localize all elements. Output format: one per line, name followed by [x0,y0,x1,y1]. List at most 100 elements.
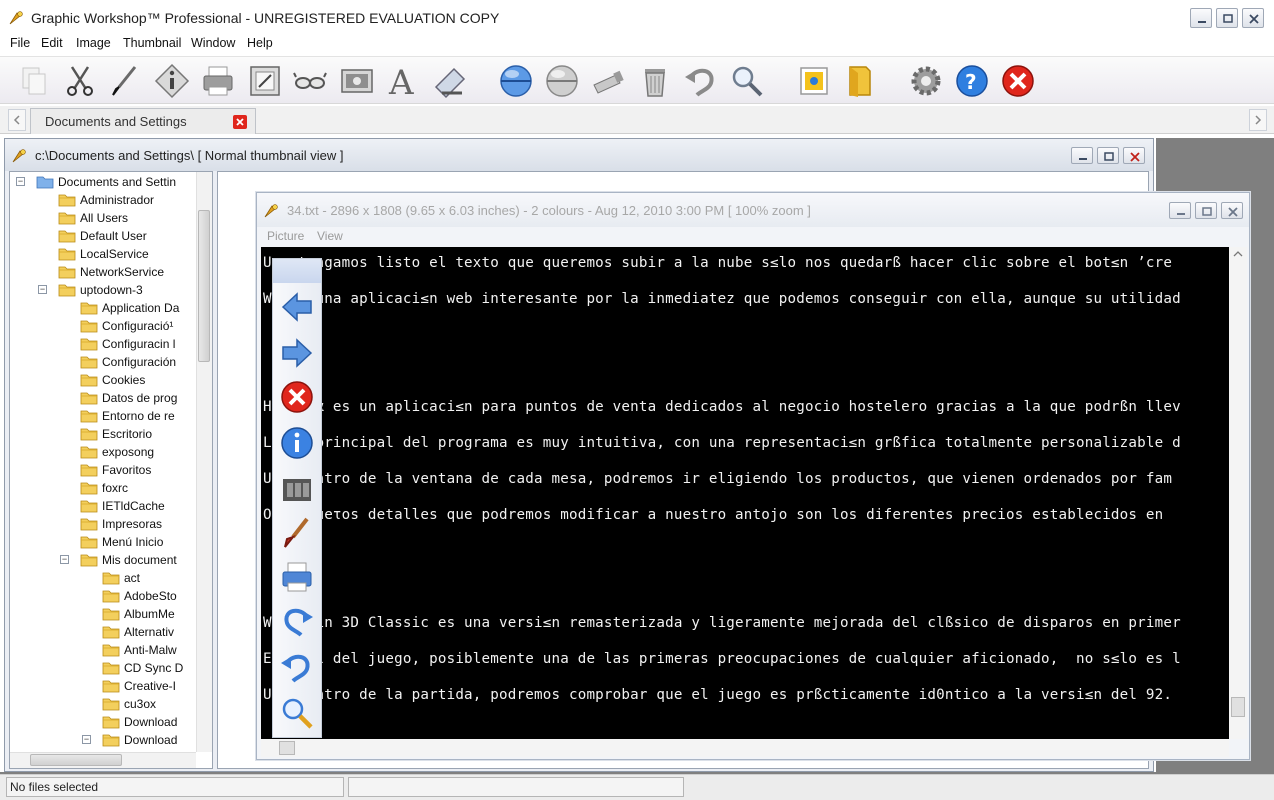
folder-icon [80,518,98,531]
menu-window[interactable]: Window [191,36,235,50]
viewer-menu-view[interactable]: View [317,229,343,243]
tree-item-label: Mis document [102,553,177,567]
folder-tree[interactable]: − Documents and Settin Administrador All Us… [9,171,213,769]
viewer-restore-button[interactable] [1195,202,1217,219]
text-line: Ur dentro de la ventana de cada mesa, po… [263,471,1173,487]
print-icon[interactable] [200,63,236,99]
forward-arrow-icon[interactable] [279,335,315,371]
tree-expander-icon[interactable]: − [16,177,25,186]
exit-icon[interactable] [1000,63,1036,99]
browser-title: c:\Documents and Settings\ [ Normal thum… [35,148,344,163]
menu-edit[interactable]: Edit [41,36,63,50]
info-icon[interactable] [154,63,190,99]
brush-icon[interactable] [279,515,315,551]
viewer-window: 34.txt - 2896 x 1808 (9.65 x 6.03 inches… [256,192,1250,760]
brush-icon[interactable] [107,63,143,99]
folder-icon [80,356,98,369]
trash-icon[interactable] [637,63,673,99]
menu-thumbnail[interactable]: Thumbnail [123,36,181,50]
tube-icon[interactable] [590,63,626,99]
minimize-button[interactable] [1190,8,1212,28]
folder-icon[interactable] [842,63,878,99]
tab-documents-and-settings[interactable]: Documents and Settings [30,108,256,134]
menu-file[interactable]: File [10,36,30,50]
folder-icon [80,428,98,441]
restore-button[interactable] [1216,8,1238,28]
info-icon[interactable] [279,425,315,461]
tree-vertical-scroll-thumb[interactable] [198,210,210,362]
viewer-close-button[interactable] [1221,202,1243,219]
image-canvas[interactable]: Una tengamos listo el texto que queremos… [261,247,1229,739]
copy-icon[interactable] [16,63,52,99]
tool-palette [272,258,322,738]
folder-icon [80,482,98,495]
crop-icon[interactable] [247,63,283,99]
back-arrow-icon[interactable] [279,289,315,325]
cut-icon[interactable] [62,63,98,99]
viewer-horizontal-scroll-thumb[interactable] [279,741,295,755]
tree-horizontal-scroll-thumb[interactable] [30,754,122,766]
status-text: No files selected [10,780,99,794]
tree-item-label: cu3ox [124,697,157,711]
status-cell-primary: No files selected [6,777,344,797]
folder-icon [58,212,76,225]
undo-icon[interactable] [279,649,315,685]
zoom-icon[interactable] [279,695,315,731]
viewer-vertical-scroll-thumb[interactable] [1231,697,1245,717]
browser-minimize-button[interactable] [1071,147,1093,164]
glasses-icon[interactable] [292,63,328,99]
sphere-gray-icon[interactable] [544,63,580,99]
tree-item-label: act [124,571,141,585]
tree-expander-icon[interactable]: − [82,735,91,744]
settings-icon[interactable] [908,63,944,99]
minimize-icon [1198,21,1206,23]
tool-palette-caption[interactable] [273,259,321,283]
browser-restore-button[interactable] [1097,147,1119,164]
minimize-icon [1079,158,1087,160]
picture-frame-icon[interactable] [796,63,832,99]
text-line: El rol del juego, posiblemente una de la… [263,651,1181,667]
zoom-icon[interactable] [729,63,765,99]
text-line: Ot equeτos detalles que podremos modific… [263,507,1164,523]
status-cell-secondary [348,777,684,797]
tree-expander-icon[interactable]: − [38,285,47,294]
text-icon[interactable]: A [385,63,421,99]
folder-icon [80,410,98,423]
folder-icon [102,698,120,711]
viewer-minimize-button[interactable] [1169,202,1191,219]
scanner-icon[interactable] [432,63,468,99]
print-icon[interactable] [279,559,315,595]
sphere-blue-icon[interactable] [498,63,534,99]
image-icon[interactable] [339,63,375,99]
browser-close-button[interactable] [1123,147,1145,164]
tree-item-label: Administrador [80,193,155,207]
close-red-icon[interactable] [279,379,315,415]
tab-close-icon[interactable] [233,115,247,129]
viewer-vertical-scrollbar[interactable] [1229,247,1247,739]
redo-icon[interactable] [279,603,315,639]
tree-item-label: Escritorio [102,427,153,441]
undo-icon[interactable] [683,63,719,99]
viewer-horizontal-scrollbar[interactable] [261,739,1229,757]
tree-item-label: Download [124,715,178,729]
app-logo-icon [12,149,26,163]
menu-image[interactable]: Image [76,36,111,50]
tree-item-label: AdobeSto [124,589,177,603]
tab-scroll-left-button[interactable] [8,109,26,131]
tree-item-label: uptodown-3 [80,283,143,297]
svg-text:A: A [388,63,414,99]
folder-icon [102,680,120,693]
help-icon[interactable]: ? [954,63,990,99]
film-icon[interactable] [279,471,315,507]
tree-item-label: Configuracin l [102,337,176,351]
tab-scroll-right-button[interactable] [1249,109,1267,131]
tree-item-label: Configuració¹ [102,319,174,333]
viewer-menu-picture[interactable]: Picture [267,229,304,243]
tree-item-label: Entorno de re [102,409,175,423]
browser-titlebar: c:\Documents and Settings\ [ Normal thum… [5,139,1153,171]
menu-help[interactable]: Help [247,36,273,50]
tree-expander-icon[interactable]: − [60,555,69,564]
close-button[interactable] [1242,8,1264,28]
tree-item-label: Anti-Malw [124,643,177,657]
app-logo-icon [264,204,278,218]
